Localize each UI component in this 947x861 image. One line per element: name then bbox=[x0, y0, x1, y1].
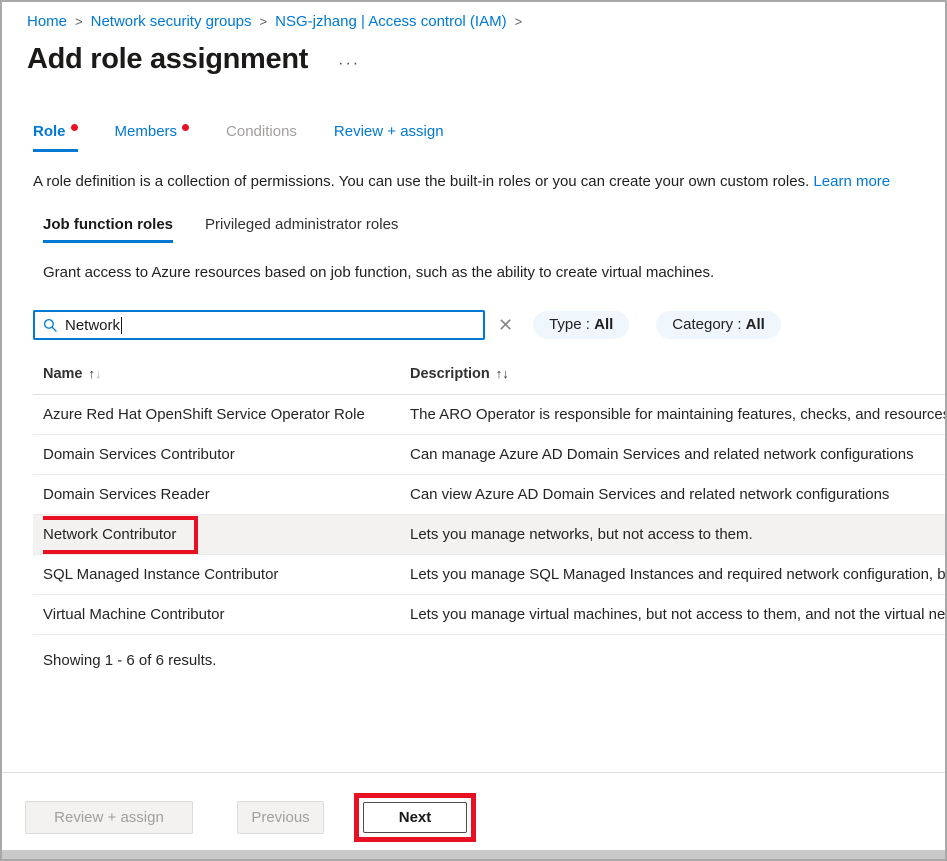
required-dot-icon bbox=[71, 124, 78, 131]
required-dot-icon bbox=[182, 124, 189, 131]
name-column-label: Name bbox=[43, 366, 83, 382]
role-name: Network Contributor bbox=[43, 526, 176, 543]
breadcrumb-link-nsg-access-control[interactable]: NSG-jzhang | Access control (IAM) bbox=[275, 13, 506, 30]
tab-review-assign[interactable]: Review + assign bbox=[334, 123, 444, 149]
table-header: Name ↑↓ Description ↑↓ bbox=[33, 357, 945, 395]
filter-type-value: All bbox=[594, 316, 613, 333]
table-row-domain-services-contributor[interactable]: Domain Services Contributor Can manage A… bbox=[33, 435, 945, 475]
horizontal-scrollbar[interactable] bbox=[2, 850, 945, 859]
description-column-label: Description bbox=[410, 366, 490, 382]
learn-more-link[interactable]: Learn more bbox=[813, 173, 890, 190]
tab-role[interactable]: Role bbox=[33, 123, 78, 152]
filter-category-label: Category : bbox=[672, 316, 741, 333]
breadcrumb-separator: > bbox=[75, 14, 83, 29]
filter-category[interactable]: Category : All bbox=[656, 311, 781, 339]
tab-members-label: Members bbox=[115, 123, 178, 140]
tab-conditions[interactable]: Conditions bbox=[226, 123, 297, 149]
role-name: Azure Red Hat OpenShift Service Operator… bbox=[43, 406, 410, 423]
table-row-sql-managed-instance-contributor[interactable]: SQL Managed Instance Contributor Lets yo… bbox=[33, 555, 945, 595]
role-description: Can manage Azure AD Domain Services and … bbox=[410, 446, 945, 463]
sort-icon: ↑↓ bbox=[89, 366, 102, 381]
breadcrumb-separator: > bbox=[515, 14, 523, 29]
intro-text: A role definition is a collection of per… bbox=[33, 173, 813, 190]
role-name: Virtual Machine Contributor bbox=[43, 606, 410, 623]
wizard-footer: Review + assign Previous Next bbox=[2, 772, 945, 849]
role-description: Lets you manage networks, but not access… bbox=[410, 526, 945, 543]
role-name: Domain Services Contributor bbox=[43, 446, 410, 463]
table-row-virtual-machine-contributor[interactable]: Virtual Machine Contributor Lets you man… bbox=[33, 595, 945, 635]
wizard-tabs: Role Members Conditions Review + assign bbox=[33, 123, 945, 152]
clear-search-icon[interactable]: ✕ bbox=[498, 316, 513, 334]
column-header-name[interactable]: Name ↑↓ bbox=[43, 366, 410, 382]
filter-category-value: All bbox=[746, 316, 765, 333]
role-definition-intro: A role definition is a collection of per… bbox=[33, 173, 945, 190]
tab-conditions-label: Conditions bbox=[226, 123, 297, 140]
role-name: SQL Managed Instance Contributor bbox=[43, 566, 410, 583]
search-icon bbox=[43, 318, 58, 333]
table-row-domain-services-reader[interactable]: Domain Services Reader Can view Azure AD… bbox=[33, 475, 945, 515]
table-row-azure-red-hat-openshift[interactable]: Azure Red Hat OpenShift Service Operator… bbox=[33, 395, 945, 435]
filter-type[interactable]: Type : All bbox=[533, 311, 629, 339]
tab-review-assign-label: Review + assign bbox=[334, 123, 444, 140]
role-description: The ARO Operator is responsible for main… bbox=[410, 406, 945, 423]
breadcrumb-link-home[interactable]: Home bbox=[27, 13, 67, 30]
sort-icon: ↑↓ bbox=[496, 366, 509, 381]
red-annotation-box: Network Contributor bbox=[43, 516, 198, 554]
search-input[interactable]: Network bbox=[33, 310, 485, 340]
tab-job-function-roles[interactable]: Job function roles bbox=[43, 216, 173, 243]
breadcrumb-link-network-security-groups[interactable]: Network security groups bbox=[91, 13, 252, 30]
page-title: Add role assignment bbox=[27, 43, 308, 76]
previous-button[interactable]: Previous bbox=[237, 801, 324, 834]
add-role-assignment-page: Home > Network security groups > NSG-jzhang … bbox=[0, 0, 947, 861]
grant-access-description: Grant access to Azure resources based on… bbox=[43, 264, 945, 281]
tab-role-label: Role bbox=[33, 123, 66, 140]
review-assign-button[interactable]: Review + assign bbox=[25, 801, 193, 834]
role-description: Can view Azure AD Domain Services and re… bbox=[410, 486, 945, 503]
role-name: Domain Services Reader bbox=[43, 486, 410, 503]
roles-table: Name ↑↓ Description ↑↓ Azure Red Hat OpenS… bbox=[33, 357, 945, 635]
breadcrumb-separator: > bbox=[260, 14, 268, 29]
results-count: Showing 1 - 6 of 6 results. bbox=[43, 652, 945, 669]
role-description: Lets you manage SQL Managed Instances an… bbox=[410, 566, 945, 583]
text-caret bbox=[121, 317, 122, 334]
search-value: Network bbox=[65, 317, 120, 334]
table-row-network-contributor[interactable]: Network Contributor Lets you manage netw… bbox=[33, 515, 945, 555]
tab-privileged-administrator-roles[interactable]: Privileged administrator roles bbox=[205, 216, 398, 243]
role-type-tabs: Job function roles Privileged administra… bbox=[43, 216, 945, 243]
more-options-icon[interactable]: ··· bbox=[338, 55, 360, 73]
tab-members[interactable]: Members bbox=[115, 123, 190, 149]
breadcrumb: Home > Network security groups > NSG-jzhang … bbox=[27, 13, 945, 30]
column-header-description[interactable]: Description ↑↓ bbox=[410, 366, 945, 382]
filter-type-label: Type : bbox=[549, 316, 590, 333]
role-description: Lets you manage virtual machines, but no… bbox=[410, 606, 945, 623]
red-annotation-box: Next bbox=[354, 793, 476, 842]
next-button[interactable]: Next bbox=[363, 802, 467, 833]
